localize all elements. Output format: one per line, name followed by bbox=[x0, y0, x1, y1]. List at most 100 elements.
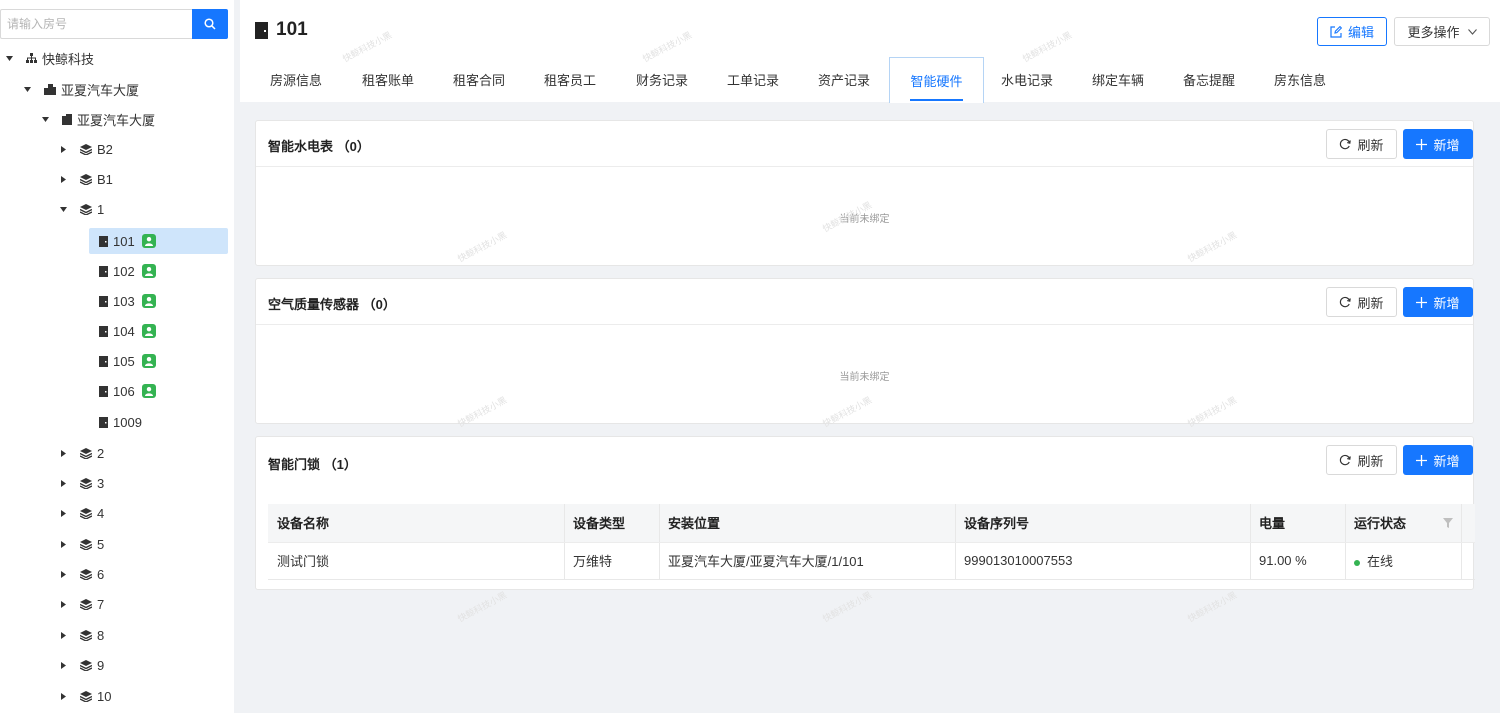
caret-down-icon[interactable] bbox=[4, 55, 14, 61]
door-icon bbox=[99, 325, 108, 337]
tree-node-floor[interactable]: 8 bbox=[58, 622, 104, 648]
caret-right-icon[interactable] bbox=[58, 692, 68, 700]
door-icon bbox=[99, 385, 108, 397]
caret-right-icon[interactable] bbox=[58, 479, 68, 487]
room-label: 1009 bbox=[113, 414, 142, 430]
more-actions-button[interactable]: 更多操作 bbox=[1394, 17, 1490, 46]
add-button[interactable]: 新增 bbox=[1403, 129, 1473, 159]
room-label: 102 bbox=[113, 263, 135, 279]
caret-right-icon[interactable] bbox=[58, 570, 68, 578]
tab-asset-records[interactable]: 资产记录 bbox=[804, 57, 884, 102]
active-tab-indicator bbox=[910, 99, 963, 101]
tenant-icon bbox=[141, 324, 156, 338]
refresh-icon bbox=[1339, 138, 1352, 150]
tab-tenant-staff[interactable]: 租客员工 bbox=[530, 57, 610, 102]
search-button[interactable] bbox=[192, 9, 228, 39]
scrollbar[interactable] bbox=[1461, 542, 1475, 580]
empty-state-text: 当前未绑定 bbox=[839, 214, 890, 225]
caret-down-icon[interactable] bbox=[22, 86, 32, 92]
buildings-icon bbox=[44, 83, 56, 95]
room-search-input[interactable] bbox=[0, 9, 192, 39]
tree-node-floor[interactable]: 3 bbox=[58, 470, 104, 496]
layers-icon bbox=[80, 477, 92, 489]
tree-node-label: 8 bbox=[97, 627, 105, 643]
column-header: 安装位置 bbox=[659, 504, 955, 543]
air-quality-panel: 空气质量传感器 （0） 刷新 新增 当前未绑定 bbox=[255, 278, 1474, 424]
add-button[interactable]: 新增 bbox=[1403, 445, 1473, 475]
tab-memo-reminders[interactable]: 备忘提醒 bbox=[1169, 57, 1249, 102]
tree-room-105[interactable]: 105 bbox=[89, 348, 228, 374]
tree-node-label: 快鲸科技 bbox=[42, 51, 95, 67]
caret-right-icon[interactable] bbox=[58, 631, 68, 639]
column-header: 电量 bbox=[1250, 504, 1345, 543]
tree-node-park[interactable]: 亚夏汽车大厦 bbox=[22, 76, 139, 102]
tree-room-104[interactable]: 104 bbox=[89, 318, 228, 344]
edit-label: 编辑 bbox=[1347, 25, 1374, 40]
tree-room-1009[interactable]: 1009 bbox=[89, 409, 228, 435]
tree-node-floor[interactable]: 4 bbox=[58, 500, 104, 526]
tree-room-106[interactable]: 106 bbox=[89, 378, 228, 404]
chevron-down-icon bbox=[1467, 28, 1477, 35]
tab-work-orders[interactable]: 工单记录 bbox=[713, 57, 793, 102]
tree-node-floor[interactable]: B1 bbox=[58, 166, 113, 192]
add-button[interactable]: 新增 bbox=[1403, 287, 1473, 317]
watermark: 快鲸科技小黑 bbox=[821, 589, 874, 625]
tab-tenant-bills[interactable]: 租客账单 bbox=[348, 57, 428, 102]
plus-icon bbox=[1416, 454, 1428, 466]
tab-landlord-info[interactable]: 房东信息 bbox=[1260, 57, 1340, 102]
refresh-icon bbox=[1339, 454, 1352, 466]
table-row[interactable]: 测试门锁 万维特 亚夏汽车大厦/亚夏汽车大厦/1/101 99901301000… bbox=[268, 542, 1475, 580]
room-search bbox=[0, 9, 228, 39]
tree-node-org[interactable]: 快鲸科技 bbox=[4, 45, 94, 71]
filter-icon[interactable] bbox=[1443, 518, 1453, 528]
caret-right-icon[interactable] bbox=[58, 661, 68, 669]
room-header: 101 编辑 更多操作 房源信息 租客账单 租客合同 租客员工 财务记录 工单记… bbox=[240, 0, 1500, 103]
scrollbar-gutter bbox=[1461, 504, 1475, 543]
caret-down-icon[interactable] bbox=[40, 116, 50, 122]
caret-right-icon[interactable] bbox=[58, 600, 68, 608]
tree-room-103[interactable]: 103 bbox=[89, 288, 228, 314]
tree-room-101[interactable]: 101 bbox=[89, 228, 228, 254]
tree-node-floor[interactable]: 6 bbox=[58, 561, 104, 587]
tab-label: 水电记录 bbox=[1000, 73, 1053, 88]
status-cell: 在线 bbox=[1345, 542, 1461, 580]
caret-right-icon[interactable] bbox=[58, 145, 68, 153]
tab-bound-vehicles[interactable]: 绑定车辆 bbox=[1078, 57, 1158, 102]
caret-down-icon[interactable] bbox=[58, 206, 68, 212]
tree-node-label: 3 bbox=[97, 475, 105, 491]
tab-smart-hardware[interactable]: 智能硬件 bbox=[889, 57, 984, 103]
door-icon bbox=[99, 235, 108, 247]
edit-button[interactable]: 编辑 bbox=[1317, 17, 1387, 46]
refresh-button[interactable]: 刷新 bbox=[1326, 129, 1397, 159]
tree-node-floor[interactable]: 2 bbox=[58, 440, 104, 466]
tree-node-building[interactable]: 亚夏汽车大厦 bbox=[40, 106, 155, 132]
tree-node-floor[interactable]: 1 bbox=[58, 196, 104, 222]
tree-room-102[interactable]: 102 bbox=[89, 258, 228, 284]
refresh-button[interactable]: 刷新 bbox=[1326, 287, 1397, 317]
tree-node-floor[interactable]: B2 bbox=[58, 136, 113, 162]
caret-right-icon[interactable] bbox=[58, 540, 68, 548]
add-label: 新增 bbox=[1433, 453, 1460, 469]
tab-finance-records[interactable]: 财务记录 bbox=[622, 57, 702, 102]
layers-icon bbox=[80, 538, 92, 550]
caret-right-icon[interactable] bbox=[58, 175, 68, 183]
tree-node-floor[interactable]: 7 bbox=[58, 591, 104, 617]
tree-node-label: 5 bbox=[97, 536, 105, 552]
caret-right-icon[interactable] bbox=[58, 449, 68, 457]
tab-utility-records[interactable]: 水电记录 bbox=[987, 57, 1067, 102]
tree-node-floor[interactable]: 10 bbox=[58, 683, 111, 709]
tab-house-info[interactable]: 房源信息 bbox=[256, 57, 336, 102]
layers-icon bbox=[80, 690, 92, 702]
refresh-label: 刷新 bbox=[1357, 453, 1384, 469]
tree-node-label: 9 bbox=[97, 657, 105, 673]
room-tabs: 房源信息 租客账单 租客合同 租客员工 财务记录 工单记录 资产记录 智能硬件 … bbox=[240, 57, 1500, 103]
tab-label: 租客合同 bbox=[452, 73, 505, 88]
door-icon bbox=[99, 416, 108, 428]
room-label: 103 bbox=[113, 293, 135, 309]
refresh-button[interactable]: 刷新 bbox=[1326, 445, 1397, 475]
tree-node-floor[interactable]: 9 bbox=[58, 652, 104, 678]
tree-node-floor[interactable]: 5 bbox=[58, 531, 104, 557]
tab-label: 财务记录 bbox=[635, 73, 688, 88]
tab-tenant-contracts[interactable]: 租客合同 bbox=[439, 57, 519, 102]
caret-right-icon[interactable] bbox=[58, 509, 68, 517]
